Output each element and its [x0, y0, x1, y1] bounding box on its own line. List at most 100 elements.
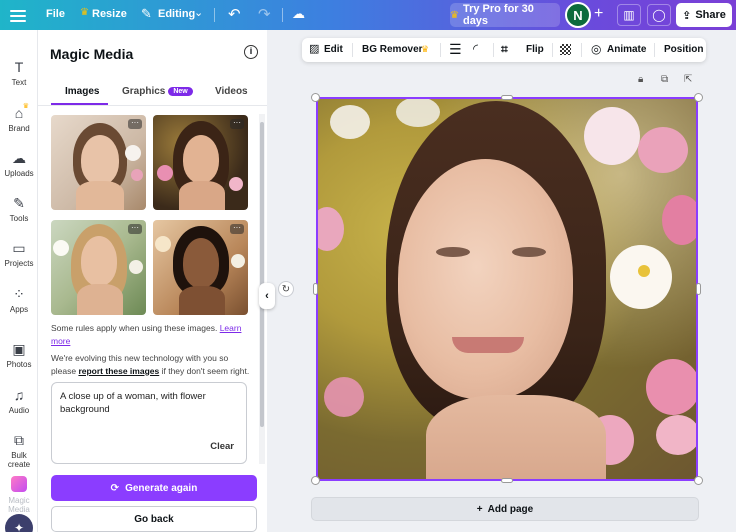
flower-shape — [396, 97, 440, 127]
rotate-icon[interactable]: ↻ — [278, 281, 294, 297]
top-bar: File ♛ Resize ✎ Editing ⌄ ↶ ↷ ☁ ♛ Try Pr… — [0, 0, 736, 30]
divider — [214, 8, 215, 22]
divider — [493, 43, 494, 57]
face-shape — [81, 135, 119, 185]
magic-media-icon — [0, 476, 38, 494]
file-menu[interactable]: File — [46, 8, 65, 20]
resize-handle[interactable] — [501, 95, 513, 100]
rail-item-projects[interactable]: ▭ Projects — [0, 239, 38, 268]
bulk-create-icon: ⧉ — [14, 432, 24, 448]
rail-item-brand[interactable]: ♛ ⌂ Brand — [0, 103, 38, 133]
flower-center-shape — [638, 265, 650, 277]
resize-handle[interactable] — [311, 476, 320, 485]
flower-shape — [129, 260, 143, 274]
plus-icon: + — [476, 503, 483, 515]
border-style-icon[interactable]: ☰ — [449, 41, 462, 58]
go-back-button[interactable]: Go back — [51, 506, 257, 532]
resize-handle[interactable] — [313, 283, 318, 295]
more-options-icon[interactable]: ··· — [128, 119, 142, 129]
more-options-icon[interactable]: ··· — [230, 119, 244, 129]
lips-shape — [452, 337, 524, 353]
resize-handle[interactable] — [694, 476, 703, 485]
flower-shape — [155, 236, 171, 252]
rail-item-tools[interactable]: ✎ Tools — [0, 194, 38, 223]
panel-title: Magic Media — [50, 46, 134, 62]
rail-label: Bulk create — [7, 451, 31, 469]
resize-handle[interactable] — [696, 283, 701, 295]
generated-image-thumb[interactable]: ··· — [153, 220, 248, 315]
editing-mode-dropdown[interactable]: Editing — [158, 8, 195, 20]
corner-rounding-icon[interactable]: ◜ — [473, 41, 478, 57]
info-icon[interactable]: i — [244, 45, 258, 59]
report-images-link[interactable]: report these images — [78, 366, 159, 376]
resize-handle[interactable] — [501, 478, 513, 483]
tab-graphics[interactable]: Graphics New — [122, 86, 193, 97]
magic-assistant-icon[interactable]: ✦ — [5, 514, 33, 532]
rail-label: Photos — [6, 360, 32, 369]
shoulder-shape — [179, 181, 225, 210]
rail-label: Brand — [8, 124, 30, 133]
chevron-down-icon[interactable]: ⌄ — [194, 6, 203, 19]
flip-button[interactable]: Flip — [526, 44, 544, 55]
redo-icon[interactable]: ↷ — [258, 5, 271, 23]
flower-shape — [610, 245, 672, 309]
animate-button[interactable]: Animate — [607, 44, 646, 55]
rules-text: Some rules apply when using these images… — [51, 323, 218, 333]
duplicate-page-icon[interactable]: ⧉ — [661, 74, 668, 85]
generated-image-thumb[interactable]: ··· — [51, 115, 146, 210]
rail-item-text[interactable]: T Text — [0, 58, 38, 87]
face-shape — [81, 236, 117, 286]
photo-icon: ▣ — [12, 341, 26, 357]
lock-icon[interactable]: 🔒︎ — [638, 74, 643, 85]
undo-icon[interactable]: ↶ — [228, 5, 241, 23]
edit-button[interactable]: Edit — [324, 44, 343, 55]
comment-icon[interactable]: ◯ — [647, 4, 671, 26]
collapse-panel-chevron-icon[interactable]: ‹ — [259, 283, 275, 309]
tab-label: Graphics — [122, 86, 166, 97]
rail-item-audio[interactable]: ♫ Audio — [0, 386, 38, 415]
crop-icon[interactable]: ⌗ — [501, 42, 508, 57]
plus-icon[interactable]: + — [594, 5, 603, 23]
generated-image-thumb[interactable]: ··· — [153, 115, 248, 210]
tab-videos[interactable]: Videos — [215, 86, 248, 97]
add-page-label: Add page — [487, 503, 534, 515]
avatar[interactable]: N — [565, 2, 591, 28]
flower-shape — [584, 107, 640, 165]
position-button[interactable]: Position — [664, 44, 703, 55]
rail-item-apps[interactable]: ⁘ Apps — [0, 285, 38, 314]
more-options-icon[interactable]: ··· — [230, 224, 244, 234]
clear-button[interactable]: Clear — [210, 440, 234, 453]
scrollbar-thumb[interactable] — [260, 122, 264, 427]
resize-handle[interactable] — [694, 93, 703, 102]
rail-item-uploads[interactable]: ☁ Uploads — [0, 149, 38, 178]
transparency-checker-icon[interactable] — [560, 44, 571, 58]
add-page-export-icon[interactable]: ⇱ — [684, 74, 692, 85]
insights-chart-icon[interactable]: ▥ — [617, 4, 641, 26]
menu-icon[interactable] — [10, 7, 26, 23]
resize-handle[interactable] — [311, 93, 320, 102]
divider — [282, 8, 283, 22]
crown-icon: ♛ — [450, 9, 459, 21]
refresh-icon: ⟳ — [110, 482, 120, 494]
bg-remover-button[interactable]: BG Remover — [362, 44, 423, 55]
resize-button[interactable]: Resize — [92, 8, 127, 20]
generate-again-button[interactable]: ⟳ Generate again — [51, 475, 257, 501]
try-pro-button[interactable]: ♛ Try Pro for 30 days — [450, 3, 560, 27]
more-options-icon[interactable]: ··· — [128, 224, 142, 234]
rail-item-photos[interactable]: ▣ Photos — [0, 340, 38, 369]
add-page-button[interactable]: + Add page — [311, 497, 699, 521]
rail-item-bulk-create[interactable]: ⧉ Bulk create — [0, 431, 38, 469]
rail-item-magic-media[interactable]: Magic Media — [0, 476, 38, 514]
divider — [352, 43, 353, 57]
share-button[interactable]: ⇪ Share — [676, 3, 732, 27]
divider — [581, 43, 582, 57]
apps-grid-icon: ⁘ — [13, 286, 25, 302]
generated-image-thumb[interactable]: ··· — [51, 220, 146, 315]
tab-images[interactable]: Images — [65, 86, 99, 97]
cloud-save-icon[interactable]: ☁ — [292, 6, 305, 22]
flower-shape — [125, 145, 141, 161]
eye-shape — [436, 247, 470, 257]
canvas-image-woman-flowers[interactable] — [316, 97, 698, 481]
crown-icon: ♛ — [80, 7, 89, 18]
prompt-input[interactable]: A close up of a woman, with flower backg… — [51, 382, 247, 464]
